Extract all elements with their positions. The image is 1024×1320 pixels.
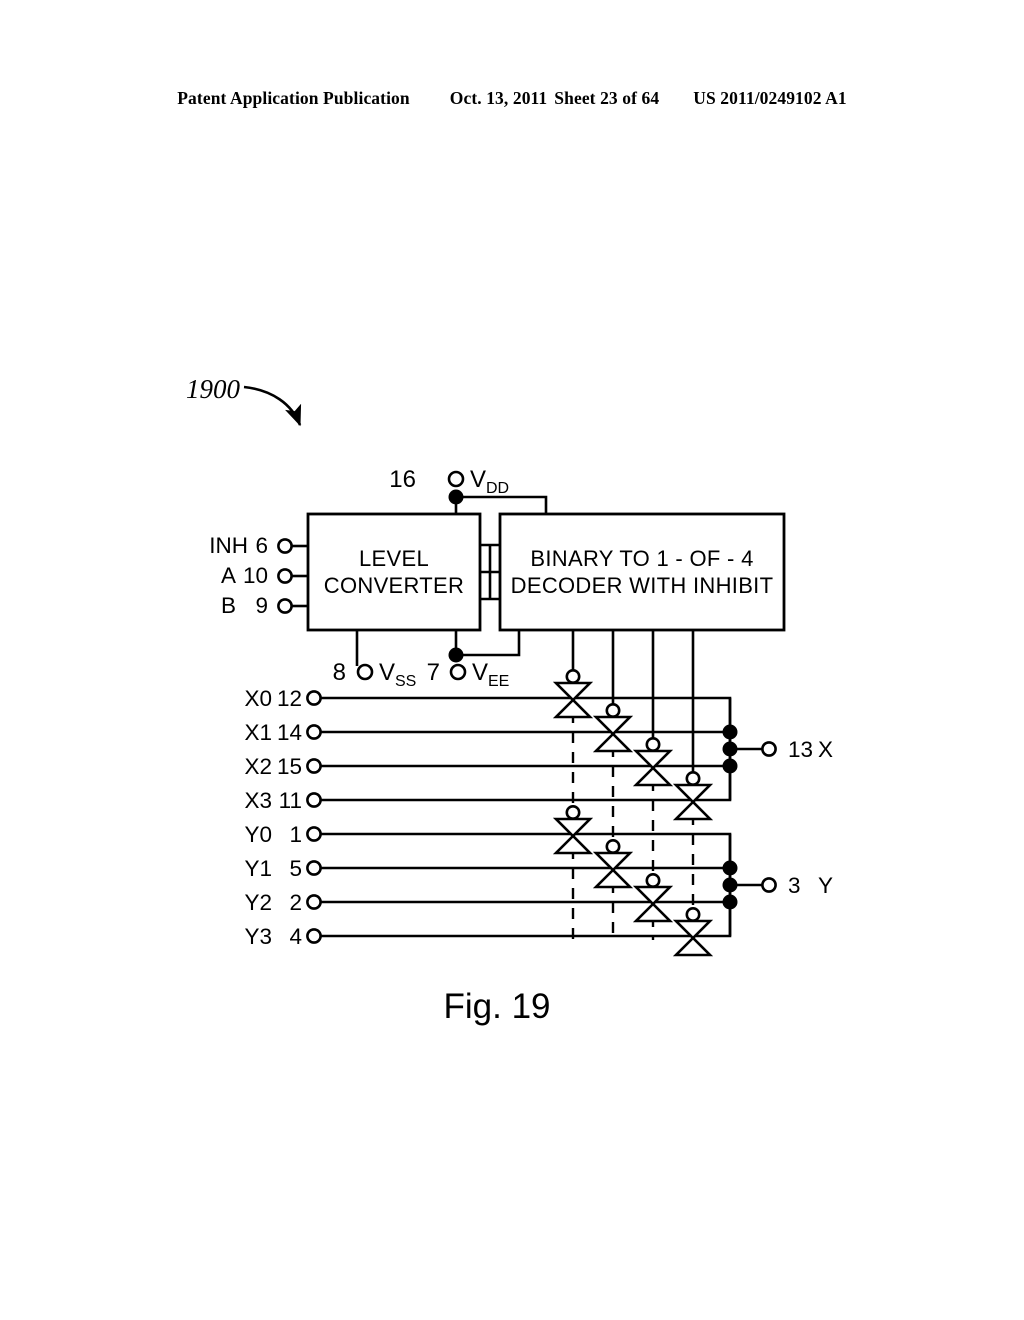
input-y3-pin: 4	[289, 924, 302, 949]
transmission-gate-y1	[594, 838, 632, 889]
input-x2-pin: 15	[277, 754, 302, 779]
input-x0-pin: 12	[277, 686, 302, 711]
input-x1-terminal[interactable]	[306, 724, 322, 740]
input-a-label: A	[221, 563, 236, 588]
input-y2-terminal[interactable]	[306, 894, 322, 910]
input-a-terminal[interactable]	[277, 568, 293, 584]
vss-terminal	[356, 663, 374, 681]
vee-terminal	[449, 663, 467, 681]
input-x3-pin: 11	[279, 788, 302, 813]
reference-numeral-1900: 1900	[186, 374, 241, 404]
input-b-pin: 9	[255, 593, 268, 618]
vdd-to-decoder-wire	[456, 495, 548, 514]
input-inh-terminal[interactable]	[277, 538, 293, 554]
vee-label: V	[472, 659, 488, 686]
decoder-label-line2: DECODER WITH INHIBIT	[511, 573, 774, 598]
transmission-gate-y0	[554, 804, 592, 855]
transmission-gate-x0	[554, 668, 592, 719]
input-b-terminal[interactable]	[277, 598, 293, 614]
vdd-label-subscript: DD	[486, 480, 509, 497]
x-bus-junction-dot-top	[722, 724, 738, 740]
vss-pin-number: 8	[333, 659, 346, 686]
reference-leader-arrow	[243, 385, 302, 427]
transmission-gate-x2	[634, 736, 672, 787]
output-x-label: X	[818, 737, 833, 762]
transmission-gate-y2	[634, 872, 672, 923]
input-b-label: B	[221, 593, 236, 618]
level-converter-block	[306, 512, 482, 632]
input-x2-terminal[interactable]	[306, 758, 322, 774]
input-x1-pin: 14	[277, 720, 302, 745]
vee-junction-dot	[448, 647, 464, 663]
vee-pin-number: 7	[427, 659, 440, 686]
patent-page: Patent Application Publication Oct. 13, …	[0, 0, 1024, 1320]
output-y-terminal[interactable]	[761, 877, 777, 893]
vdd-pin-number: 16	[389, 466, 416, 493]
figure-19-drawing: 1900 16 V DD LEVEL CONVERTER BINARY TO 1…	[186, 374, 833, 1026]
input-y3-label: Y3	[244, 924, 272, 949]
input-y0-pin: 1	[289, 822, 302, 847]
transmission-gate-x1	[594, 702, 632, 753]
figure-caption: Fig. 19	[444, 987, 551, 1026]
y-bus-junction-dot-top	[722, 860, 738, 876]
vss-label-subscript: SS	[395, 673, 416, 690]
vss-label: V	[379, 659, 395, 686]
vdd-label: V	[470, 466, 486, 493]
input-x2-label: X2	[244, 754, 272, 779]
input-x3-terminal[interactable]	[306, 792, 322, 808]
output-x-pin: 13	[788, 737, 813, 762]
decoder-block	[498, 512, 786, 632]
input-y1-pin: 5	[289, 856, 302, 881]
x-bus-junction-dot-bottom	[722, 758, 738, 774]
input-x0-terminal[interactable]	[306, 690, 322, 706]
input-y0-label: Y0	[244, 822, 272, 847]
level-converter-label-line1: LEVEL	[359, 546, 429, 571]
output-y-label: Y	[818, 873, 833, 898]
output-y-pin: 3	[788, 873, 801, 898]
vee-to-decoder-wire	[456, 630, 521, 657]
transmission-gate-x3	[674, 770, 712, 821]
input-a-pin: 10	[243, 563, 268, 588]
input-y3-terminal[interactable]	[306, 928, 322, 944]
vee-label-subscript: EE	[488, 673, 509, 690]
input-y0-terminal[interactable]	[306, 826, 322, 842]
level-converter-label-line2: CONVERTER	[324, 573, 464, 598]
input-y2-pin: 2	[289, 890, 302, 915]
decoder-label-line1: BINARY TO 1 - OF - 4	[530, 546, 753, 571]
input-x3-label: X3	[244, 788, 272, 813]
input-inh-pin: 6	[255, 533, 268, 558]
input-inh-label: INH	[209, 533, 248, 558]
transmission-gate-y3	[674, 906, 712, 957]
input-x0-label: X0	[244, 686, 272, 711]
y-bus-junction-dot-bottom	[722, 894, 738, 910]
input-x1-label: X1	[244, 720, 272, 745]
output-x-terminal[interactable]	[761, 741, 777, 757]
input-y2-label: Y2	[244, 890, 272, 915]
vdd-terminal	[447, 470, 465, 488]
input-y1-label: Y1	[244, 856, 272, 881]
input-y1-terminal[interactable]	[306, 860, 322, 876]
